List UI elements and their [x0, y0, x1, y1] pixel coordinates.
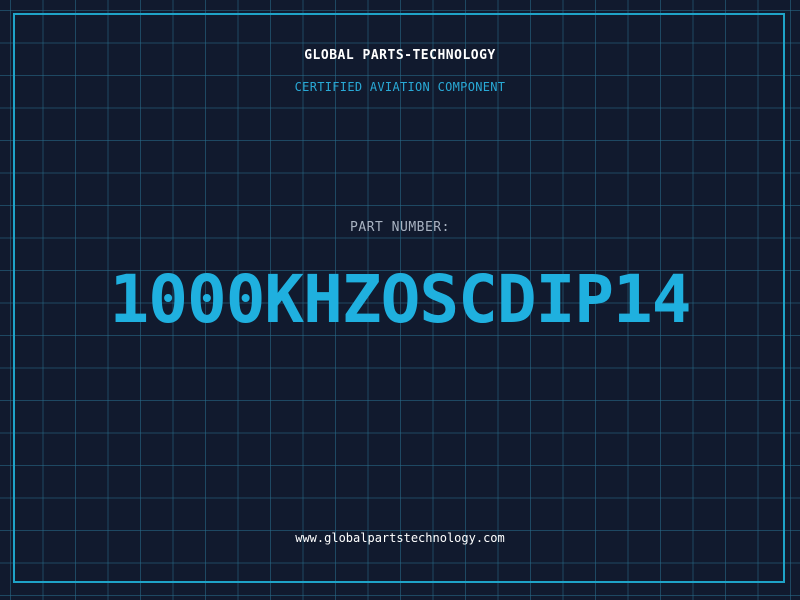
website-url: www.globalpartstechnology.com: [295, 531, 505, 545]
label-canvas: GLOBAL PARTS-TECHNOLOGY CERTIFIED AVIATI…: [0, 0, 800, 600]
company-name: GLOBAL PARTS-TECHNOLOGY: [304, 48, 496, 63]
part-number-label: PART NUMBER:: [350, 220, 450, 235]
part-number-value: 1000KHZOSCDIP14: [109, 261, 691, 338]
certification-subtitle: CERTIFIED AVIATION COMPONENT: [294, 80, 506, 94]
